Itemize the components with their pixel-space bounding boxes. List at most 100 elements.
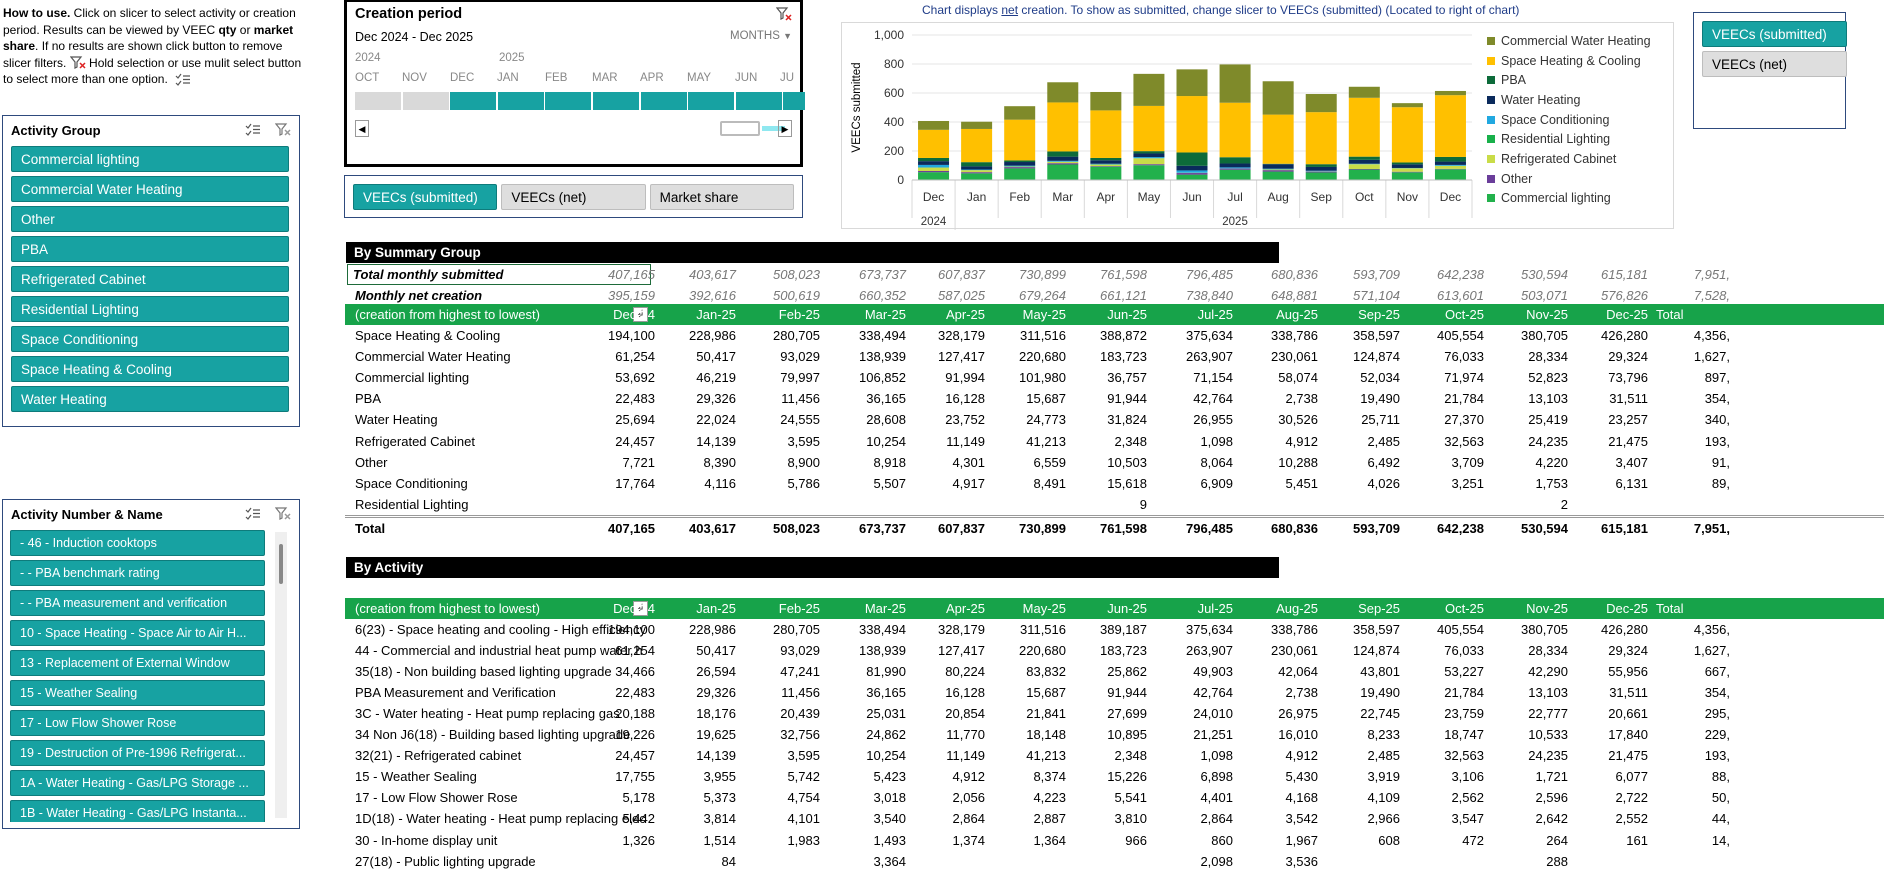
activity-number-item[interactable]: 10 - Space Heating - Space Air to Air H.… — [10, 620, 265, 646]
scroll-left-arrow[interactable]: ◀ — [355, 120, 369, 137]
table-cell: 61,254 — [575, 349, 655, 364]
total-submitted-cell: 530,594 — [1488, 267, 1568, 282]
activity-group-item[interactable]: Space Conditioning — [11, 326, 289, 352]
activity-group-item[interactable]: PBA — [11, 236, 289, 262]
total-submitted-cell: 403,617 — [656, 267, 736, 282]
veecs-submitted-toggle[interactable]: VEECs (submitted) — [1702, 21, 1847, 47]
scroll-thumb[interactable] — [720, 121, 760, 136]
column-header: Jun-25 — [1067, 307, 1147, 322]
y-tick-label: 0 — [897, 173, 904, 187]
activity-number-item[interactable]: - - PBA benchmark rating — [10, 560, 265, 586]
timeline-period-cell[interactable] — [593, 92, 639, 110]
bar-segment — [1306, 172, 1337, 173]
legend-item: Commercial lighting — [1487, 189, 1651, 209]
timeline-period-cell[interactable] — [355, 92, 401, 110]
multi-select-icon[interactable] — [245, 507, 261, 521]
table-cell: 24,555 — [740, 412, 820, 427]
table-cell: 860 — [1153, 833, 1233, 848]
timeline-month-label[interactable]: DEC — [450, 72, 474, 84]
timeline-month-label[interactable]: OCT — [355, 72, 379, 84]
table-cell: 3,018 — [826, 790, 906, 805]
timeline-month-label[interactable]: JU — [780, 72, 794, 84]
timeline-period-cell[interactable] — [403, 92, 449, 110]
table-cell: 52,823 — [1488, 370, 1568, 385]
bar-segment — [1004, 160, 1035, 162]
table-cell: 49,903 — [1153, 664, 1233, 679]
activity-group-item[interactable]: Space Heating & Cooling — [11, 356, 289, 382]
veecs-net-toggle[interactable]: VEECs (net) — [1702, 51, 1847, 77]
timeline-month-label[interactable]: MAY — [687, 72, 711, 84]
veecs-net-button[interactable]: VEECs (net) — [501, 184, 645, 210]
activity-group-item[interactable]: Commercial lighting — [11, 146, 289, 172]
market-share-button[interactable]: Market share — [650, 184, 794, 210]
total-submitted-cell: 680,836 — [1238, 267, 1318, 282]
timeline-period-cell[interactable] — [688, 92, 734, 110]
timeline-period-cell[interactable] — [498, 92, 544, 110]
activity-row: 34 Non J6(18) - Building based lighting … — [345, 724, 1884, 745]
bar-segment — [918, 121, 949, 130]
activity-group-item[interactable]: Water Heating — [11, 386, 289, 412]
activity-group-item[interactable]: Commercial Water Heating — [11, 176, 289, 202]
activity-number-item[interactable]: 19 - Destruction of Pre-1996 Refrigerat.… — [10, 740, 265, 766]
activity-group-item[interactable]: Other — [11, 206, 289, 232]
multi-select-icon[interactable] — [245, 123, 261, 137]
table-cell: 10,503 — [1067, 455, 1147, 470]
timeline-month-label[interactable]: JUN — [735, 72, 757, 84]
veecs-submitted-button[interactable]: VEECs (submitted) — [353, 184, 497, 210]
timeline-bar[interactable] — [355, 92, 792, 110]
timeline-period-cell[interactable] — [450, 92, 496, 110]
bar-segment — [918, 171, 949, 172]
activity-number-item[interactable]: - - PBA measurement and verification — [10, 590, 265, 616]
table-cell: 1,753 — [1488, 476, 1568, 491]
scrollbar[interactable] — [275, 532, 287, 818]
bar-segment — [1220, 170, 1251, 180]
timeline-month-label[interactable]: APR — [640, 72, 664, 84]
table-cell: 4,401 — [1153, 790, 1233, 805]
table-cell: 29,326 — [656, 685, 736, 700]
net-creation-cell: 587,025 — [905, 288, 985, 303]
table-cell: 41,213 — [986, 434, 1066, 449]
table-cell: 23,257 — [1568, 412, 1648, 427]
column-header: Mar-25 — [826, 601, 906, 616]
activity-number-item[interactable]: 1A - Water Heating - Gas/LPG Storage ... — [10, 770, 265, 796]
activity-group-item[interactable]: Residential Lighting — [11, 296, 289, 322]
table-cell: 6,077 — [1568, 769, 1648, 784]
total-row: Total407,165403,617508,023673,737607,837… — [345, 515, 1884, 536]
chart-legend: Commercial Water HeatingSpace Heating & … — [1487, 31, 1651, 208]
timeline-month-label[interactable]: NOV — [402, 72, 427, 84]
timeline-scrollbar[interactable]: ◀ ▶ — [355, 120, 792, 138]
clear-filter-icon[interactable] — [275, 507, 291, 521]
activity-number-item[interactable]: 17 - Low Flow Shower Rose — [10, 710, 265, 736]
bar-segment — [1004, 120, 1035, 161]
activity-number-item[interactable]: - 46 - Induction cooktops — [10, 530, 265, 556]
bar-segment — [918, 168, 949, 171]
table-cell: 10,254 — [826, 434, 906, 449]
table-cell: 36,757 — [1067, 370, 1147, 385]
clear-filter-icon[interactable] — [776, 6, 792, 22]
timeline-period-cell[interactable] — [736, 92, 782, 110]
time-unit-dropdown[interactable]: MONTHS ▼ — [730, 30, 792, 44]
table-cell: 17,764 — [575, 476, 655, 491]
timeline-period-cell[interactable] — [545, 92, 591, 110]
timeline-month-label[interactable]: FEB — [545, 72, 567, 84]
table-cell: 36,165 — [826, 391, 906, 406]
scroll-right-arrow[interactable]: ▶ — [778, 120, 792, 137]
timeline-month-label[interactable]: MAR — [592, 72, 618, 84]
activity-number-item[interactable]: 1B - Water Heating - Gas/LPG Instanta... — [10, 800, 265, 822]
timeline-period-cell[interactable] — [783, 92, 805, 110]
activity-group-item[interactable]: Refrigerated Cabinet — [11, 266, 289, 292]
activity-number-item[interactable]: 13 - Replacement of External Window — [10, 650, 265, 676]
table-cell: 20,188 — [575, 706, 655, 721]
table-cell: 124,874 — [1320, 349, 1400, 364]
table-cell: 15,618 — [1067, 476, 1147, 491]
scrollbar-thumb[interactable] — [279, 544, 283, 584]
table-cell: 4,101 — [740, 811, 820, 826]
total-submitted-cell: 796,485 — [1153, 267, 1233, 282]
timeline-period-cell[interactable] — [641, 92, 687, 110]
table-cell: 405,554 — [1404, 622, 1484, 637]
table-cell: 19,490 — [1320, 391, 1400, 406]
timeline-month-label[interactable]: JAN — [497, 72, 519, 84]
x-tick-label: Feb — [1009, 190, 1030, 204]
clear-filter-icon[interactable] — [275, 123, 291, 137]
activity-number-item[interactable]: 15 - Weather Sealing — [10, 680, 265, 706]
